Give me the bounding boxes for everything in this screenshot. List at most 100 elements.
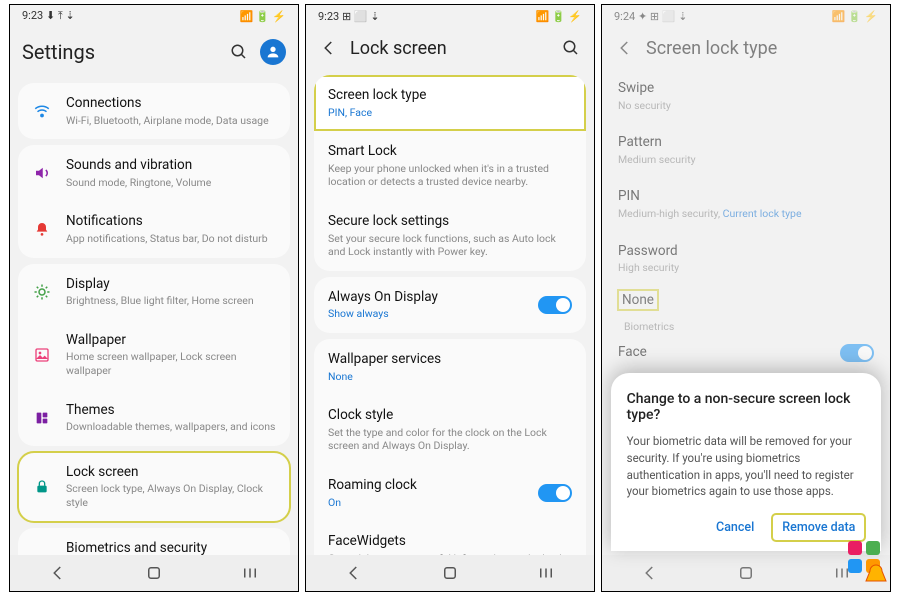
locktype-none[interactable]: None — [618, 290, 658, 310]
setting-row[interactable]: NotificationsApp notifications, Status b… — [18, 201, 290, 257]
row-subtitle: Sound mode, Ringtone, Volume — [66, 176, 276, 190]
header: Lock screen — [306, 27, 594, 69]
row-subtitle: None — [328, 370, 572, 384]
row-title: Wallpaper services — [328, 351, 572, 369]
list-item[interactable]: Clock styleSet the type and color for th… — [314, 395, 586, 465]
wifi-icon — [32, 101, 52, 121]
page-title: Lock screen — [350, 38, 550, 59]
biometrics-label: Biometrics — [602, 314, 890, 333]
row-title: FaceWidgets — [328, 533, 572, 551]
settings-list[interactable]: ConnectionsWi-Fi, Bluetooth, Airplane mo… — [10, 77, 298, 555]
nav-back[interactable] — [343, 562, 365, 584]
row-title: Notifications — [66, 213, 276, 231]
setting-row[interactable]: Sounds and vibrationSound mode, Ringtone… — [18, 145, 290, 201]
list-item[interactable]: Always On DisplayShow always — [314, 277, 586, 333]
phone-screen-lock-type: 9:24 ✦ ⊞ ⬜ ⇣ 📶 🔋 ⚡ Screen lock type Swip… — [601, 4, 891, 592]
page-title: Screen lock type — [646, 38, 878, 59]
status-bar: 9:24 ✦ ⊞ ⬜ ⇣ 📶 🔋 ⚡ — [602, 5, 890, 27]
list-item[interactable]: Wallpaper servicesNone — [314, 339, 586, 395]
list-item[interactable]: Roaming clockOn — [314, 465, 586, 521]
row-title: Smart Lock — [328, 143, 572, 161]
lock-icon — [32, 477, 52, 497]
row-subtitle: Home screen wallpaper, Lock screen wallp… — [66, 350, 276, 377]
cancel-button[interactable]: Cancel — [706, 514, 764, 541]
nav-home[interactable] — [143, 562, 165, 584]
nav-home[interactable] — [439, 562, 461, 584]
wallpaper-icon — [32, 345, 52, 365]
lockscreen-list[interactable]: Screen lock typePIN, FaceSmart LockKeep … — [306, 69, 594, 555]
setting-row[interactable]: ThemesDownloadable themes, wallpapers, a… — [18, 390, 290, 446]
locktype-option[interactable]: PINMedium-high security, Current lock ty… — [602, 177, 890, 231]
row-title: Password — [618, 243, 874, 261]
list-item[interactable]: Screen lock typePIN, Face — [314, 75, 586, 131]
row-title: Sounds and vibration — [66, 157, 276, 175]
dialog-body: Your biometric data will be removed for … — [627, 433, 866, 500]
row-title: Clock style — [328, 407, 572, 425]
dialog-title: Change to a non-secure screen lock type? — [627, 391, 866, 423]
nav-back[interactable] — [47, 562, 69, 584]
row-subtitle: Medium-high security, Current lock type — [618, 207, 874, 221]
toggle-switch[interactable] — [840, 344, 874, 362]
search-icon[interactable] — [560, 37, 582, 59]
page-title: Settings — [22, 40, 218, 64]
biometric-option[interactable]: Face — [602, 333, 890, 373]
setting-row[interactable]: Biometrics and securityFace recognition,… — [18, 528, 290, 555]
row-subtitle: On — [328, 496, 524, 510]
status-bar: 9:23 ⬇ ⤒ ⇣ 📶 🔋 ⚡ — [10, 5, 298, 27]
brightness-icon — [32, 282, 52, 302]
setting-row[interactable]: Lock screenScreen lock type, Always On D… — [18, 452, 290, 522]
confirm-dialog: Change to a non-secure screen lock type?… — [611, 373, 882, 551]
row-subtitle: Set the type and color for the clock on … — [328, 426, 572, 453]
locktype-option[interactable]: PasswordHigh security — [602, 232, 890, 286]
row-subtitle: Brightness, Blue light filter, Home scre… — [66, 294, 276, 308]
nav-recents[interactable] — [535, 562, 557, 584]
row-title: Wallpaper — [66, 332, 276, 350]
row-title: Always On Display — [328, 289, 524, 307]
row-title: Themes — [66, 402, 276, 420]
list-item[interactable]: Smart LockKeep your phone unlocked when … — [314, 131, 586, 201]
nav-bar — [10, 555, 298, 591]
back-icon[interactable] — [614, 37, 636, 59]
list-item[interactable]: FaceWidgetsGet quick access to useful in… — [314, 521, 586, 555]
locktype-option[interactable]: SwipeNo security — [602, 69, 890, 123]
row-subtitle: App notifications, Status bar, Do not di… — [66, 232, 276, 246]
row-subtitle: Wi-Fi, Bluetooth, Airplane mode, Data us… — [66, 114, 276, 128]
toggle-switch[interactable] — [538, 296, 572, 314]
row-subtitle: PIN, Face — [328, 106, 572, 120]
row-title: Pattern — [618, 134, 874, 152]
row-title: Swipe — [618, 80, 874, 98]
row-subtitle: Show always — [328, 307, 524, 321]
row-title: Connections — [66, 95, 276, 113]
header: Screen lock type — [602, 27, 890, 69]
row-title: Face — [618, 344, 826, 362]
search-icon[interactable] — [228, 41, 250, 63]
profile-avatar[interactable] — [260, 39, 286, 65]
row-subtitle: Set your secure lock functions, such as … — [328, 232, 572, 259]
setting-row[interactable]: WallpaperHome screen wallpaper, Lock scr… — [18, 320, 290, 390]
theme-icon — [32, 408, 52, 428]
list-item[interactable]: Secure lock settingsSet your secure lock… — [314, 201, 586, 271]
row-title: PIN — [618, 188, 874, 206]
locktype-option[interactable]: PatternMedium security — [602, 123, 890, 177]
phone-lock-screen: 9:23 ⊞ ⬜ ⇣ 📶 🔋 ⚡ Lock screen Screen lock… — [305, 4, 595, 592]
row-subtitle: Medium security — [618, 153, 874, 167]
row-title: Screen lock type — [328, 87, 572, 105]
nav-recents[interactable] — [239, 562, 261, 584]
row-title: Biometrics and security — [66, 540, 276, 555]
row-subtitle: Downloadable themes, wallpapers, and ico… — [66, 420, 276, 434]
back-icon[interactable] — [318, 37, 340, 59]
nav-back[interactable] — [639, 562, 661, 584]
row-title: Display — [66, 276, 276, 294]
nav-home[interactable] — [735, 562, 757, 584]
row-subtitle: Keep your phone unlocked when it's in a … — [328, 162, 572, 189]
toggle-switch[interactable] — [538, 484, 572, 502]
sound-icon — [32, 163, 52, 183]
header: Settings — [10, 27, 298, 77]
row-title: Roaming clock — [328, 477, 524, 495]
phone-settings-main: 9:23 ⬇ ⤒ ⇣ 📶 🔋 ⚡ Settings ConnectionsWi-… — [9, 4, 299, 592]
row-subtitle: High security — [618, 261, 874, 275]
setting-row[interactable]: DisplayBrightness, Blue light filter, Ho… — [18, 264, 290, 320]
watermark-icon — [840, 533, 891, 589]
setting-row[interactable]: ConnectionsWi-Fi, Bluetooth, Airplane mo… — [18, 83, 290, 139]
bell-icon — [32, 219, 52, 239]
